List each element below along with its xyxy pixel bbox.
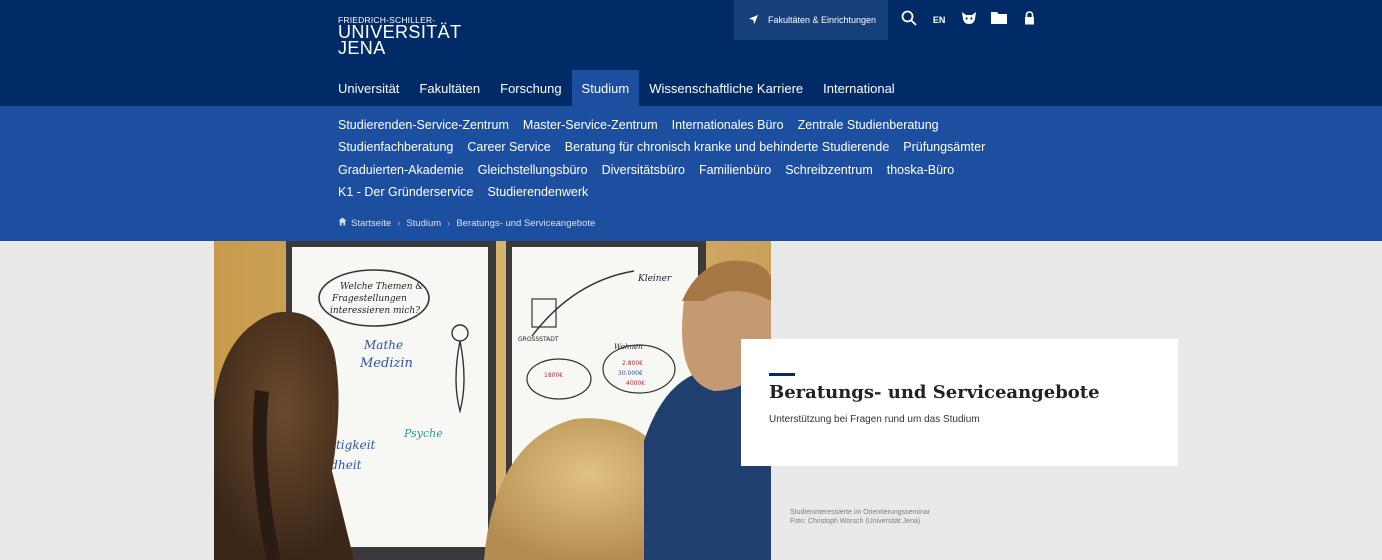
board-text: Welche Themen & [340, 282, 423, 292]
nav-studium[interactable]: Studium [571, 70, 640, 106]
board-text: interessieren mich? [330, 306, 420, 316]
search-button[interactable] [894, 0, 924, 40]
breadcrumb: Startseite › Studium › Beratungs- und Se… [338, 217, 595, 229]
subnav-link[interactable]: Graduierten-Akademie [338, 163, 464, 177]
main-navigation: Universität Fakultäten Forschung Studium… [328, 70, 905, 106]
subnav-link[interactable]: Schreibzentrum [785, 163, 873, 177]
subnav-link[interactable]: Internationales Büro [672, 118, 784, 132]
folder-icon [991, 11, 1008, 29]
subnav-link[interactable]: K1 - Der Gründerservice [338, 185, 473, 199]
subnav-link[interactable]: Diversitätsbüro [602, 163, 685, 177]
board-text: 4000€ [626, 380, 645, 387]
hero-photo-illustration: Welche Themen & Fragestellungen interess… [214, 241, 771, 560]
board-text: Psyche [403, 427, 443, 440]
board-text: 1800€ [544, 372, 563, 379]
nav-forschung[interactable]: Forschung [490, 70, 571, 106]
hero-info-card: Beratungs- und Serviceangebote Unterstüt… [741, 339, 1178, 466]
hero-section: Welche Themen & Fragestellungen interess… [0, 241, 1382, 560]
logo-line-3: JENA [338, 38, 386, 58]
caption-line: Studieninteressierte im Orientierungssem… [790, 509, 931, 516]
subnav-row: K1 - Der Gründerservice Studierendenwerk [338, 185, 602, 199]
board-text: Mathe [363, 338, 403, 352]
board-text: Wohnen [614, 343, 643, 351]
subnav-link[interactable]: Gleichstellungsbüro [478, 163, 588, 177]
home-icon [338, 217, 347, 229]
board-text: Kleiner [637, 274, 672, 284]
faculties-button[interactable]: Fakultäten & Einrichtungen [734, 0, 889, 40]
subnav-row: Studierenden-Service-Zentrum Master-Serv… [338, 118, 953, 132]
breadcrumb-current: Beratungs- und Serviceangebote [456, 217, 596, 229]
board-text: GROSSSTADT [518, 336, 559, 343]
caption-credit: Foto: Christoph Worsch (Universität Jena… [790, 518, 921, 525]
title-accent-bar [769, 373, 795, 376]
nav-international[interactable]: International [813, 70, 905, 106]
location-arrow-icon [748, 14, 759, 27]
subnav-link[interactable]: Zentrale Studienberatung [798, 118, 939, 132]
breadcrumb-separator-icon: › [447, 217, 451, 229]
subnav-link[interactable]: Studierenden-Service-Zentrum [338, 118, 509, 132]
subnav-link[interactable]: Prüfungsämter [903, 140, 985, 154]
nav-fakultaeten[interactable]: Fakultäten [409, 70, 490, 106]
subnav-row: Graduierten-Akademie Gleichstellungsbüro… [338, 163, 968, 177]
login-button[interactable] [1014, 0, 1044, 40]
board-text: 2.800€ [622, 360, 643, 367]
cat-icon [961, 11, 977, 30]
subnav-link[interactable]: thoska-Büro [887, 163, 954, 177]
subnav-link[interactable]: Career Service [467, 140, 550, 154]
mascot-button[interactable] [954, 0, 984, 40]
photo-caption: Studieninteressierte im Orientierungssem… [790, 508, 930, 526]
subnav-row: Studienfachberatung Career Service Berat… [338, 140, 999, 154]
lock-icon [1024, 10, 1035, 30]
utility-bar: Fakultäten & Einrichtungen EN [734, 0, 1044, 40]
breadcrumb-studium[interactable]: Studium [406, 218, 441, 229]
subnav-link[interactable]: Studienfachberatung [338, 140, 453, 154]
nav-universitaet[interactable]: Universität [328, 70, 409, 106]
university-logo[interactable]: FRIEDRICH-SCHILLER- UNIVERSITÄT JENA [338, 15, 461, 57]
nav-wissenschaftliche-karriere[interactable]: Wissenschaftliche Karriere [639, 70, 813, 106]
language-switch[interactable]: EN [924, 0, 954, 40]
site-header: FRIEDRICH-SCHILLER- UNIVERSITÄT JENA Fak… [0, 0, 1382, 106]
board-text: 30.000€ [618, 370, 643, 377]
hero-photo: Welche Themen & Fragestellungen interess… [214, 241, 771, 560]
breadcrumb-separator-icon: › [397, 217, 401, 229]
page-subtitle: Unterstützung bei Fragen rund um das Stu… [769, 414, 980, 425]
board-text: Fragestellungen [331, 294, 407, 304]
subnav-link[interactable]: Familienbüro [699, 163, 771, 177]
board-text: Medizin [359, 356, 413, 371]
page-title: Beratungs- und Serviceangebote [769, 382, 1100, 403]
subnav-link[interactable]: Beratung für chronisch kranke und behind… [565, 140, 890, 154]
studium-subnav: Studierenden-Service-Zentrum Master-Serv… [0, 106, 1382, 241]
subnav-link[interactable]: Master-Service-Zentrum [523, 118, 658, 132]
breadcrumb-home[interactable]: Startseite [351, 218, 391, 229]
faculties-label: Fakultäten & Einrichtungen [768, 15, 877, 25]
folder-button[interactable] [984, 0, 1014, 40]
search-icon [901, 10, 917, 31]
subnav-link[interactable]: Studierendenwerk [487, 185, 588, 199]
